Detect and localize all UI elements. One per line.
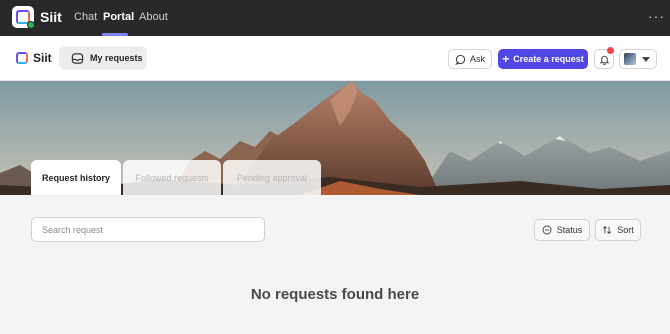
- status-filter-button[interactable]: Status: [534, 219, 590, 241]
- brand-name: Siit: [33, 51, 52, 65]
- bell-icon: [599, 55, 609, 65]
- tab-about[interactable]: About: [139, 11, 168, 23]
- avatar: [624, 53, 636, 65]
- create-request-label: Create a request: [513, 54, 584, 64]
- chevron-down-icon: [642, 56, 650, 62]
- search-input[interactable]: [31, 217, 265, 242]
- tab-chat[interactable]: Chat: [74, 11, 97, 23]
- tab-portal[interactable]: Portal: [103, 11, 134, 23]
- my-requests-button[interactable]: My requests: [59, 46, 147, 70]
- tab-pending-approval[interactable]: Pending approval: [223, 160, 321, 195]
- portal-header: Siit My requests Ask + Create a request: [0, 36, 670, 81]
- empty-state-message: No requests found here: [250, 286, 420, 303]
- status-filter-label: Status: [556, 225, 583, 235]
- notification-badge: [607, 47, 614, 54]
- app-logo: [12, 6, 35, 29]
- siit-logo-icon: [16, 52, 28, 64]
- sort-label: Sort: [617, 225, 634, 235]
- ask-label: Ask: [469, 54, 485, 64]
- status-circle-icon: [542, 225, 552, 235]
- ask-button[interactable]: Ask: [448, 49, 492, 69]
- brand: Siit: [16, 51, 52, 65]
- user-menu-button[interactable]: [619, 49, 657, 69]
- tab-request-history[interactable]: Request history: [31, 160, 121, 195]
- chat-bubble-icon: [455, 54, 466, 65]
- more-options-icon[interactable]: ···: [648, 8, 665, 24]
- sort-button[interactable]: Sort: [595, 219, 641, 241]
- inbox-icon: [71, 52, 84, 64]
- sort-arrows-icon: [603, 226, 612, 234]
- presence-dot: [27, 21, 35, 29]
- tab-followed-requests[interactable]: Followed requests: [123, 160, 221, 195]
- plus-icon: +: [502, 52, 510, 66]
- create-request-button[interactable]: + Create a request: [498, 49, 588, 69]
- app-topbar: Siit Chat Portal About ···: [0, 0, 670, 36]
- my-requests-label: My requests: [90, 53, 143, 63]
- app-name: Siit: [40, 9, 62, 25]
